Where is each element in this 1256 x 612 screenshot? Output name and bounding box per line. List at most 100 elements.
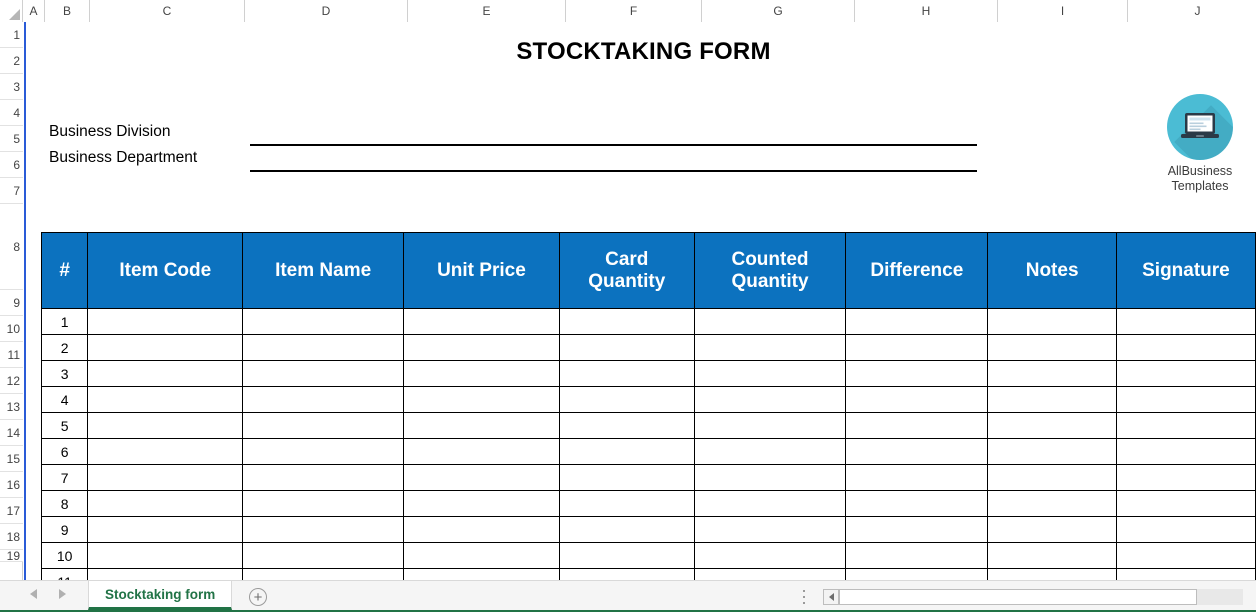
cell-card_quantity[interactable] — [558, 438, 695, 465]
cell-counted_quantity[interactable] — [693, 568, 847, 580]
row-header-18[interactable]: 18 — [0, 524, 23, 550]
cell-item_code[interactable] — [87, 464, 244, 491]
cell-notes[interactable] — [987, 386, 1117, 413]
row-index-cell[interactable]: 5 — [40, 412, 89, 439]
cell-counted_quantity[interactable] — [693, 386, 847, 413]
row-header-13[interactable]: 13 — [0, 394, 23, 420]
row-index-cell[interactable]: 11 — [40, 568, 89, 580]
cell-card_quantity[interactable] — [558, 308, 695, 335]
cell-item_name[interactable] — [242, 412, 405, 439]
cell-item_name[interactable] — [242, 464, 405, 491]
business-department-input-line[interactable] — [250, 170, 977, 172]
cell-unit_price[interactable] — [403, 464, 560, 491]
cell-notes[interactable] — [987, 490, 1117, 517]
cell-counted_quantity[interactable] — [693, 334, 847, 361]
cell-item_code[interactable] — [87, 360, 244, 387]
cell-counted_quantity[interactable] — [693, 438, 847, 465]
cell-signature[interactable] — [1115, 568, 1256, 580]
row-index-cell[interactable]: 8 — [40, 490, 89, 517]
cell-counted_quantity[interactable] — [693, 412, 847, 439]
row-header-12[interactable]: 12 — [0, 368, 23, 394]
column-header-i[interactable]: I — [998, 0, 1128, 22]
row-header-9[interactable]: 9 — [0, 290, 23, 316]
cell-card_quantity[interactable] — [558, 542, 695, 569]
cell-item_name[interactable] — [242, 334, 405, 361]
cell-item_name[interactable] — [242, 360, 405, 387]
cell-counted_quantity[interactable] — [693, 308, 847, 335]
cell-unit_price[interactable] — [403, 438, 560, 465]
business-division-input-line[interactable] — [250, 144, 977, 146]
cell-notes[interactable] — [987, 334, 1117, 361]
cell-unit_price[interactable] — [403, 360, 560, 387]
cell-card_quantity[interactable] — [558, 568, 695, 580]
cell-signature[interactable] — [1115, 412, 1256, 439]
cell-signature[interactable] — [1115, 542, 1256, 569]
cell-card_quantity[interactable] — [558, 386, 695, 413]
cell-counted_quantity[interactable] — [693, 490, 847, 517]
cell-signature[interactable] — [1115, 490, 1256, 517]
cell-card_quantity[interactable] — [558, 464, 695, 491]
cell-counted_quantity[interactable] — [693, 360, 847, 387]
cell-difference[interactable] — [845, 438, 989, 465]
cell-item_name[interactable] — [242, 516, 405, 543]
select-all-corner[interactable] — [0, 0, 23, 22]
column-header-j[interactable]: J — [1128, 0, 1256, 22]
column-header-a[interactable]: A — [23, 0, 45, 22]
cell-unit_price[interactable] — [403, 542, 560, 569]
cell-signature[interactable] — [1115, 464, 1256, 491]
cell-card_quantity[interactable] — [558, 516, 695, 543]
cell-card_quantity[interactable] — [558, 360, 695, 387]
cell-difference[interactable] — [845, 490, 989, 517]
cell-notes[interactable] — [987, 438, 1117, 465]
cell-signature[interactable] — [1115, 516, 1256, 543]
row-header-17[interactable]: 17 — [0, 498, 23, 524]
column-header-d[interactable]: D — [245, 0, 408, 22]
row-header-4[interactable]: 4 — [0, 100, 23, 126]
row-header-14[interactable]: 14 — [0, 420, 23, 446]
cell-counted_quantity[interactable] — [693, 516, 847, 543]
cell-notes[interactable] — [987, 308, 1117, 335]
row-index-cell[interactable]: 9 — [40, 516, 89, 543]
cell-card_quantity[interactable] — [558, 334, 695, 361]
row-header-5[interactable]: 5 — [0, 126, 23, 152]
column-header-f[interactable]: F — [566, 0, 702, 22]
row-header-3[interactable]: 3 — [0, 74, 23, 100]
cell-difference[interactable] — [845, 308, 989, 335]
cell-unit_price[interactable] — [403, 490, 560, 517]
cell-difference[interactable] — [845, 464, 989, 491]
cell-difference[interactable] — [845, 334, 989, 361]
row-index-cell[interactable]: 4 — [40, 386, 89, 413]
row-header-2[interactable]: 2 — [0, 48, 23, 74]
cell-difference[interactable] — [845, 516, 989, 543]
row-index-cell[interactable]: 7 — [40, 464, 89, 491]
row-header-16[interactable]: 16 — [0, 472, 23, 498]
cell-unit_price[interactable] — [403, 516, 560, 543]
cell-unit_price[interactable] — [403, 386, 560, 413]
row-header-1[interactable]: 1 — [0, 22, 23, 48]
cell-difference[interactable] — [845, 568, 989, 580]
cell-item_name[interactable] — [242, 386, 405, 413]
cell-item_code[interactable] — [87, 412, 244, 439]
chevron-left-icon[interactable] — [30, 589, 37, 599]
cell-item_name[interactable] — [242, 568, 405, 580]
cell-notes[interactable] — [987, 360, 1117, 387]
cell-item_code[interactable] — [87, 386, 244, 413]
cell-counted_quantity[interactable] — [693, 542, 847, 569]
scrollbar-track[interactable] — [839, 589, 1243, 605]
cell-item_name[interactable] — [242, 308, 405, 335]
cell-difference[interactable] — [845, 386, 989, 413]
cell-difference[interactable] — [845, 360, 989, 387]
cell-item_code[interactable] — [87, 542, 244, 569]
column-header-e[interactable]: E — [408, 0, 566, 22]
row-index-cell[interactable]: 1 — [40, 308, 89, 335]
cell-notes[interactable] — [987, 464, 1117, 491]
cell-item_name[interactable] — [242, 542, 405, 569]
cell-counted_quantity[interactable] — [693, 464, 847, 491]
cell-item_name[interactable] — [242, 438, 405, 465]
row-index-cell[interactable]: 3 — [40, 360, 89, 387]
cell-notes[interactable] — [987, 542, 1117, 569]
cell-notes[interactable] — [987, 516, 1117, 543]
chevron-right-icon[interactable] — [59, 589, 66, 599]
cell-item_code[interactable] — [87, 438, 244, 465]
cell-signature[interactable] — [1115, 308, 1256, 335]
